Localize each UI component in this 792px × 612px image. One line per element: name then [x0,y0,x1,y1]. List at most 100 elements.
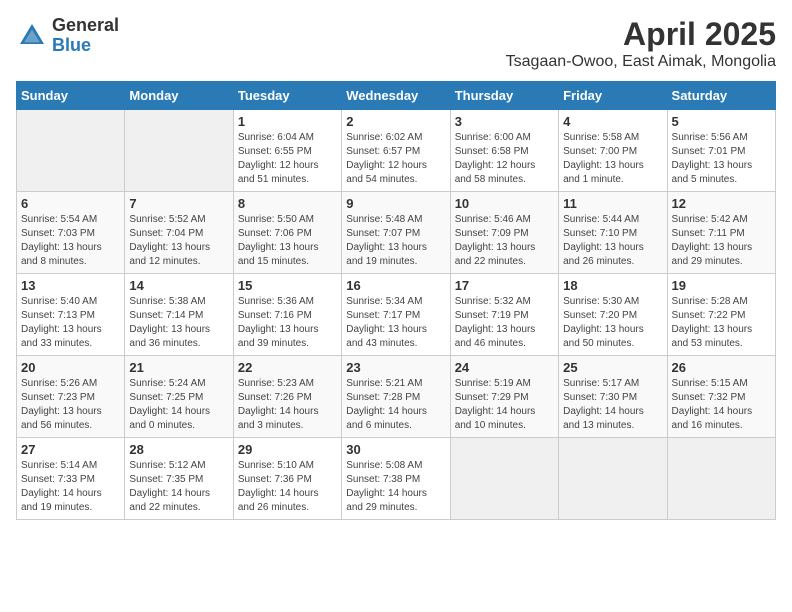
day-number: 26 [672,360,771,375]
day-number: 1 [238,114,337,129]
calendar-cell [667,438,775,520]
calendar-cell: 22 Sunrise: 5:23 AM Sunset: 7:26 PM Dayli… [233,356,341,438]
cell-detail: Sunrise: 5:58 AM Sunset: 7:00 PM Dayligh… [563,131,662,187]
cell-detail: Sunrise: 5:32 AM Sunset: 7:19 PM Dayligh… [455,295,554,351]
cell-detail: Sunrise: 5:52 AM Sunset: 7:04 PM Dayligh… [129,213,228,269]
calendar-week-2: 6 Sunrise: 5:54 AM Sunset: 7:03 PM Daylig… [17,192,776,274]
calendar-cell: 27 Sunrise: 5:14 AM Sunset: 7:33 PM Dayli… [17,438,125,520]
cell-detail: Sunrise: 5:56 AM Sunset: 7:01 PM Dayligh… [672,131,771,187]
day-number: 24 [455,360,554,375]
day-header-thursday: Thursday [450,82,558,110]
day-number: 4 [563,114,662,129]
cell-detail: Sunrise: 5:30 AM Sunset: 7:20 PM Dayligh… [563,295,662,351]
day-number: 22 [238,360,337,375]
cell-detail: Sunrise: 5:19 AM Sunset: 7:29 PM Dayligh… [455,377,554,433]
calendar-week-3: 13 Sunrise: 5:40 AM Sunset: 7:13 PM Dayli… [17,274,776,356]
calendar-cell [17,110,125,192]
calendar-cell: 6 Sunrise: 5:54 AM Sunset: 7:03 PM Daylig… [17,192,125,274]
day-number: 23 [346,360,445,375]
calendar-cell: 1 Sunrise: 6:04 AM Sunset: 6:55 PM Daylig… [233,110,341,192]
day-number: 6 [21,196,120,211]
day-number: 7 [129,196,228,211]
calendar-week-4: 20 Sunrise: 5:26 AM Sunset: 7:23 PM Dayli… [17,356,776,438]
day-number: 18 [563,278,662,293]
cell-detail: Sunrise: 5:48 AM Sunset: 7:07 PM Dayligh… [346,213,445,269]
cell-detail: Sunrise: 6:00 AM Sunset: 6:58 PM Dayligh… [455,131,554,187]
day-number: 30 [346,442,445,457]
calendar-week-5: 27 Sunrise: 5:14 AM Sunset: 7:33 PM Dayli… [17,438,776,520]
day-number: 12 [672,196,771,211]
day-number: 14 [129,278,228,293]
cell-detail: Sunrise: 5:42 AM Sunset: 7:11 PM Dayligh… [672,213,771,269]
calendar-cell [559,438,667,520]
calendar-week-1: 1 Sunrise: 6:04 AM Sunset: 6:55 PM Daylig… [17,110,776,192]
calendar-cell: 24 Sunrise: 5:19 AM Sunset: 7:29 PM Dayli… [450,356,558,438]
cell-detail: Sunrise: 5:12 AM Sunset: 7:35 PM Dayligh… [129,459,228,515]
cell-detail: Sunrise: 5:26 AM Sunset: 7:23 PM Dayligh… [21,377,120,433]
day-header-wednesday: Wednesday [342,82,450,110]
cell-detail: Sunrise: 5:38 AM Sunset: 7:14 PM Dayligh… [129,295,228,351]
calendar-cell [450,438,558,520]
cell-detail: Sunrise: 5:44 AM Sunset: 7:10 PM Dayligh… [563,213,662,269]
calendar-cell: 10Sunrise: 5:46 AM Sunset: 7:09 PM Dayli… [450,192,558,274]
day-number: 11 [563,196,662,211]
day-number: 20 [21,360,120,375]
day-number: 17 [455,278,554,293]
cell-detail: Sunrise: 5:14 AM Sunset: 7:33 PM Dayligh… [21,459,120,515]
day-number: 21 [129,360,228,375]
day-header-saturday: Saturday [667,82,775,110]
day-number: 13 [21,278,120,293]
cell-detail: Sunrise: 5:21 AM Sunset: 7:28 PM Dayligh… [346,377,445,433]
calendar-cell: 26Sunrise: 5:15 AM Sunset: 7:32 PM Dayli… [667,356,775,438]
cell-detail: Sunrise: 5:10 AM Sunset: 7:36 PM Dayligh… [238,459,337,515]
logo-text: General Blue [52,16,119,56]
day-number: 2 [346,114,445,129]
page-header: General Blue April 2025 Tsagaan-Owoo, Ea… [16,16,776,71]
day-number: 15 [238,278,337,293]
day-number: 9 [346,196,445,211]
cell-detail: Sunrise: 5:40 AM Sunset: 7:13 PM Dayligh… [21,295,120,351]
cell-detail: Sunrise: 5:50 AM Sunset: 7:06 PM Dayligh… [238,213,337,269]
logo-blue: Blue [52,35,91,55]
day-number: 27 [21,442,120,457]
cell-detail: Sunrise: 5:54 AM Sunset: 7:03 PM Dayligh… [21,213,120,269]
day-number: 29 [238,442,337,457]
cell-detail: Sunrise: 5:08 AM Sunset: 7:38 PM Dayligh… [346,459,445,515]
calendar-cell: 28 Sunrise: 5:12 AM Sunset: 7:35 PM Dayli… [125,438,233,520]
day-number: 3 [455,114,554,129]
calendar-cell: 29 Sunrise: 5:10 AM Sunset: 7:36 PM Dayli… [233,438,341,520]
day-header-monday: Monday [125,82,233,110]
cell-detail: Sunrise: 5:24 AM Sunset: 7:25 PM Dayligh… [129,377,228,433]
day-number: 19 [672,278,771,293]
logo-general: General [52,15,119,35]
cell-detail: Sunrise: 6:02 AM Sunset: 6:57 PM Dayligh… [346,131,445,187]
calendar-cell: 30 Sunrise: 5:08 AM Sunset: 7:38 PM Dayli… [342,438,450,520]
day-header-tuesday: Tuesday [233,82,341,110]
calendar-cell [125,110,233,192]
logo-icon [16,20,48,52]
calendar-cell: 9 Sunrise: 5:48 AM Sunset: 7:07 PM Daylig… [342,192,450,274]
day-number: 5 [672,114,771,129]
calendar-cell: 8Sunrise: 5:50 AM Sunset: 7:06 PM Daylig… [233,192,341,274]
day-header-friday: Friday [559,82,667,110]
cell-detail: Sunrise: 5:28 AM Sunset: 7:22 PM Dayligh… [672,295,771,351]
calendar-cell: 23 Sunrise: 5:21 AM Sunset: 7:28 PM Dayli… [342,356,450,438]
cell-detail: Sunrise: 5:34 AM Sunset: 7:17 PM Dayligh… [346,295,445,351]
day-number: 28 [129,442,228,457]
calendar-cell: 16 Sunrise: 5:34 AM Sunset: 7:17 PM Dayli… [342,274,450,356]
cell-detail: Sunrise: 6:04 AM Sunset: 6:55 PM Dayligh… [238,131,337,187]
calendar-cell: 4 Sunrise: 5:58 AM Sunset: 7:00 PM Daylig… [559,110,667,192]
day-number: 16 [346,278,445,293]
calendar-header: SundayMondayTuesdayWednesdayThursdayFrid… [17,82,776,110]
calendar-cell: 14 Sunrise: 5:38 AM Sunset: 7:14 PM Dayli… [125,274,233,356]
logo: General Blue [16,16,119,56]
cell-detail: Sunrise: 5:23 AM Sunset: 7:26 PM Dayligh… [238,377,337,433]
day-header-sunday: Sunday [17,82,125,110]
calendar-cell: 21 Sunrise: 5:24 AM Sunset: 7:25 PM Dayli… [125,356,233,438]
calendar-cell: 19 Sunrise: 5:28 AM Sunset: 7:22 PM Dayli… [667,274,775,356]
calendar-table: SundayMondayTuesdayWednesdayThursdayFrid… [16,81,776,520]
calendar-cell: 13 Sunrise: 5:40 AM Sunset: 7:13 PM Dayli… [17,274,125,356]
calendar-cell: 3 Sunrise: 6:00 AM Sunset: 6:58 PM Daylig… [450,110,558,192]
calendar-cell: 17 Sunrise: 5:32 AM Sunset: 7:19 PM Dayli… [450,274,558,356]
month-year: April 2025 [506,16,776,53]
